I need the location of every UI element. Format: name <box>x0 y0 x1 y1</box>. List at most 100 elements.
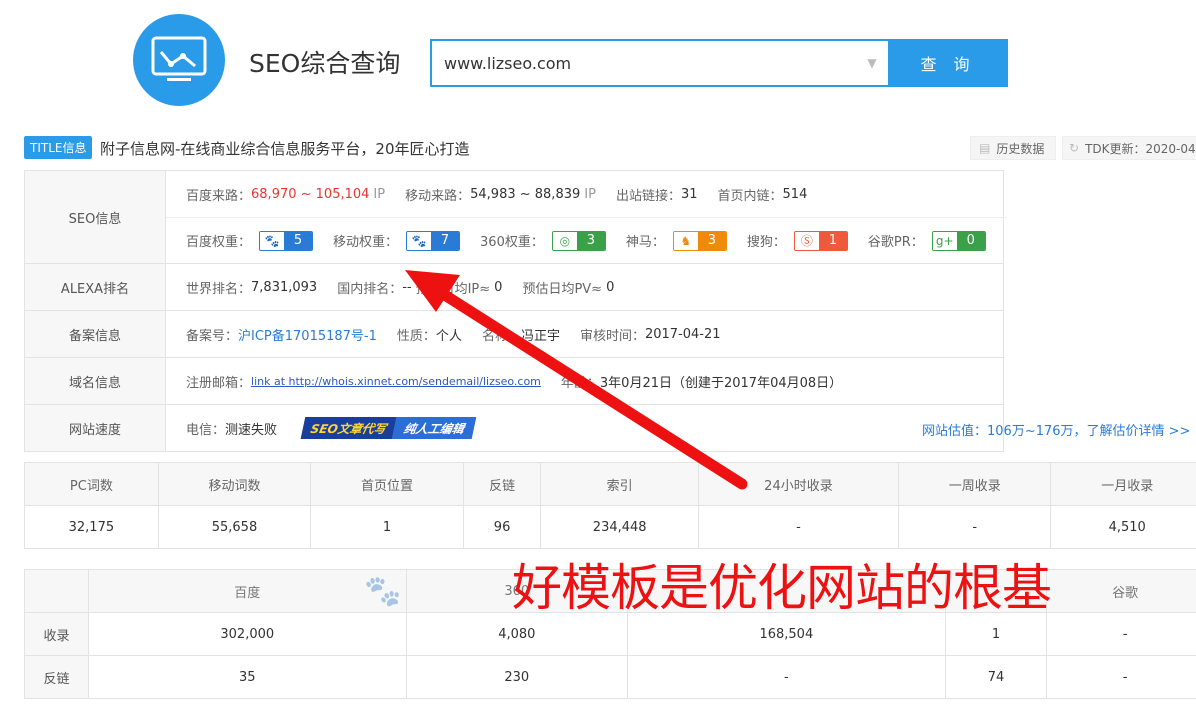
engine-value-cell[interactable]: 230 <box>405 655 629 699</box>
mobile-traffic-value[interactable]: 54,983 ~ 88,839 <box>470 187 580 202</box>
engine-value-cell[interactable]: 74 <box>944 655 1048 699</box>
alexa-row: ALEXA排名 世界排名： 7,831,093 国内排名： -- 预估日均IP≈… <box>25 263 1003 310</box>
owner-name-value: 冯正宇 <box>520 328 560 344</box>
title-badge: TITLE信息 <box>24 136 93 159</box>
stats-value-row: 32,175 55,658 1 96 234,448- -4,510 <box>24 505 1196 549</box>
icp-number-label: 备案号： <box>186 328 239 344</box>
stats-header-cell: 移动词数 <box>157 462 312 506</box>
daily-ip-value: 0 <box>494 279 503 295</box>
stats-value-cell[interactable]: - <box>897 505 1052 549</box>
valuation-link[interactable]: 网站估值：106万~176万，了解估价详情 >> <box>922 420 1190 439</box>
stats-header-cell: PC词数 <box>24 462 159 506</box>
google-plus-icon: g+ <box>932 231 957 250</box>
history-data-button[interactable]: ▤ 历史数据 <box>970 136 1056 160</box>
engine-value-cell[interactable]: 302,000 <box>88 612 407 656</box>
engine-value-cell[interactable]: 35 <box>88 655 407 699</box>
info-table: SEO信息 百度来路： 68,970 ~ 105,104 IP 移动来路： 54… <box>24 170 1006 452</box>
telecom-value: 测速失败 <box>225 422 278 438</box>
stats-table: PC词数 移动词数 首页位置 反链 索引 24小时收录 一周收录 一月收录 32,175 55,… <box>24 462 1196 549</box>
icp-row: 备案信息 备案号： 沪ICP备17015187号-1 性质： 个人 名称： 冯正… <box>25 310 1003 357</box>
stats-value-cell[interactable]: 55,658 <box>157 505 312 549</box>
stats-header-cell: 一月收录 <box>1050 462 1196 506</box>
page-title-text: 附子信息网-在线商业综合信息服务平台，20年匠心打造 <box>100 140 470 158</box>
weight-label: 搜狗： <box>746 235 786 250</box>
weight-badge[interactable]: Ⓢ 1 <box>793 230 848 251</box>
outlinks-label: 出站链接： <box>615 188 681 204</box>
weight-label: 谷歌PR： <box>867 235 924 250</box>
review-time-value: 2017-04-21 <box>644 326 721 342</box>
weight-badge[interactable]: ♞ 3 <box>672 230 727 251</box>
stats-header-cell: 反链 <box>462 462 542 506</box>
search-input[interactable] <box>432 41 854 85</box>
mobile-traffic-label: 移动来路： <box>405 188 471 204</box>
engine-value-cell[interactable]: - <box>1046 655 1196 699</box>
world-rank-value: 7,831,093 <box>251 279 318 295</box>
domain-label: 域名信息 <box>25 358 166 404</box>
paw-icon: 🐾 <box>260 231 285 250</box>
weight-label: 百度权重： <box>186 235 252 250</box>
stats-value-cell[interactable]: - <box>697 505 899 549</box>
360-icon: ◎ <box>552 231 577 250</box>
site-title: SEO综合查询 <box>249 49 401 78</box>
banner-part1: SEO文章代写 <box>300 417 397 439</box>
outlinks-value[interactable]: 31 <box>681 187 698 202</box>
weights-line: 百度权重： 🐾 5 移动权重： 🐾 7 360权重： ◎ 3 神马： ♞ 3 搜狗： Ⓢ 1 谷歌PR： g+ 0 <box>166 217 1006 263</box>
tdk-update-button[interactable]: ↻ TDK更新：2020-04 <box>1062 136 1196 160</box>
engine-name: 谷歌 <box>1112 585 1139 601</box>
chevron-down-icon[interactable]: ▼ <box>854 56 890 70</box>
baidu-paw-icon: 🐾 <box>364 574 402 609</box>
nature-value: 个人 <box>435 328 462 344</box>
engine-name: 百度 <box>234 585 261 601</box>
daily-pv-label: 预估日均PV≈ <box>522 281 603 297</box>
sogou-icon: Ⓢ <box>794 231 819 250</box>
refresh-icon: ↻ <box>1069 141 1080 155</box>
domain-age-value: 3年0月21日（创建于2017年04月08日） <box>599 375 843 391</box>
baidu-traffic-value[interactable]: 68,970 ~ 105,104 <box>251 187 369 202</box>
email-link[interactable]: link at http://whois.xinnet.com/sendemai… <box>251 375 541 388</box>
weight-badge[interactable]: g+ 0 <box>931 230 986 251</box>
review-time-label: 审核时间： <box>579 328 645 344</box>
weight-label: 神马： <box>625 235 665 250</box>
speed-row: 网站速度 电信： 测速失败 SEO文章代写 纯人工编辑 <box>25 404 1003 451</box>
alexa-label: ALEXA排名 <box>25 264 166 310</box>
overlay-caption: 好模板是优化网站的根基 <box>512 559 1052 617</box>
telecom-label: 电信： <box>186 422 226 438</box>
weight-badge[interactable]: 🐾 7 <box>406 230 461 251</box>
seo-writing-banner[interactable]: SEO文章代写 纯人工编辑 <box>300 417 477 439</box>
weight-badge[interactable]: 🐾 5 <box>259 230 314 251</box>
stats-value-cell[interactable]: 96 <box>462 505 542 549</box>
engine-value-cell[interactable]: - <box>627 655 946 699</box>
site-logo <box>133 14 225 106</box>
banner-part2: 纯人工编辑 <box>402 421 466 436</box>
monitor-chart-icon <box>151 36 207 81</box>
search-button[interactable]: 查 询 <box>888 39 1008 87</box>
stats-value-cell[interactable]: 4,510 <box>1050 505 1196 549</box>
weight-value: 0 <box>956 231 985 250</box>
homepage-links-label: 首页内链： <box>717 188 783 204</box>
icp-number-link[interactable]: 沪ICP备17015187号-1 <box>238 325 377 344</box>
paw-icon: 🐾 <box>407 231 432 250</box>
history-label: 历史数据 <box>996 141 1045 156</box>
engine-corner-cell <box>24 569 89 613</box>
stats-value-cell[interactable]: 234,448 <box>540 505 699 549</box>
daily-pv-value: 0 <box>606 279 615 295</box>
homepage-links-value[interactable]: 514 <box>783 187 808 202</box>
domestic-rank-value: -- <box>402 279 412 295</box>
stats-header-cell: 首页位置 <box>310 462 464 506</box>
weight-label: 360权重： <box>480 235 544 250</box>
stats-value-cell[interactable]: 1 <box>310 505 464 549</box>
stats-header-cell: 索引 <box>540 462 699 506</box>
domain-age-label: 年龄： <box>560 375 600 391</box>
weight-value: 3 <box>576 231 605 250</box>
domain-row: 域名信息 注册邮箱： link at http://whois.xinnet.c… <box>25 357 1003 404</box>
stats-value-cell[interactable]: 32,175 <box>24 505 159 549</box>
weight-badge[interactable]: ◎ 3 <box>551 230 606 251</box>
speed-label: 网站速度 <box>25 405 166 451</box>
engine-row-label: 收录 <box>24 612 89 656</box>
engine-value-cell[interactable]: - <box>1046 612 1196 656</box>
daily-ip-label: 预估日均IP≈ <box>415 281 491 297</box>
owner-name-label: 名称： <box>481 328 521 344</box>
weight-value: 7 <box>431 231 460 250</box>
stats-header-cell: 一周收录 <box>897 462 1052 506</box>
weight-value: 3 <box>697 231 726 250</box>
